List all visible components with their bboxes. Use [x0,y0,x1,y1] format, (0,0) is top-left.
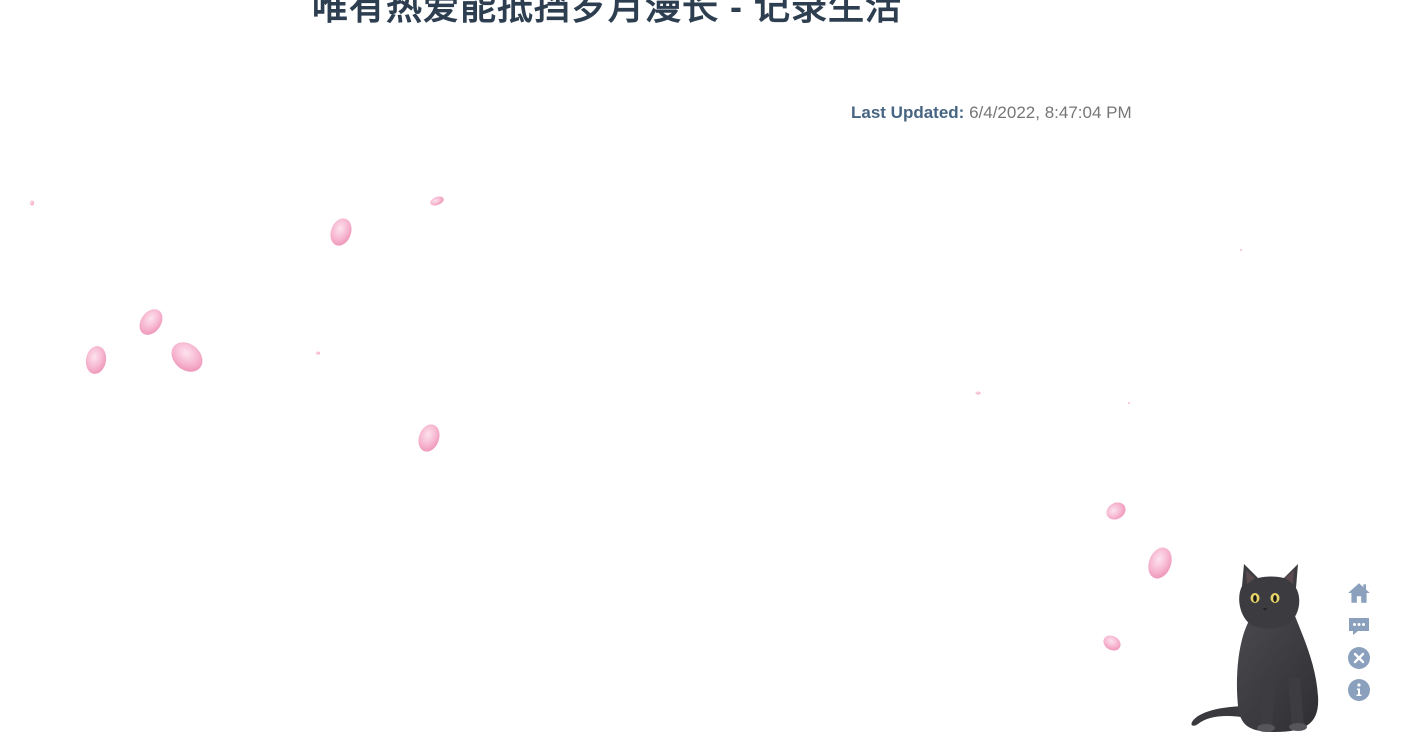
petal [975,391,981,395]
petal [418,424,440,452]
last-updated-label: Last Updated: [851,103,965,122]
petal [85,346,107,374]
petal [316,351,320,355]
chat-icon [1349,618,1369,635]
chat-button[interactable] [1344,614,1374,642]
home-button[interactable] [1344,580,1374,608]
petal [1106,502,1126,520]
close-button[interactable] [1344,646,1374,674]
live2d-cat-mascot[interactable] [1180,556,1330,736]
petal [1148,547,1172,579]
info-icon [1348,679,1370,701]
petal [139,309,163,335]
cat-paw [1289,723,1307,731]
petal [330,218,352,246]
petal [1103,635,1121,651]
cat-body [1236,616,1319,732]
close-icon [1348,647,1370,669]
last-updated-value: 6/4/2022, 8:47:04 PM [969,103,1132,122]
last-updated: Last Updated: 6/4/2022, 8:47:04 PM [851,103,1132,123]
petal [1128,402,1130,404]
petal [430,196,444,206]
page: 唯有热爱能抵挡岁月漫长 - 记录生活 Last Updated: 6/4/202… [0,0,1404,736]
petal [171,342,203,372]
petal [30,200,34,206]
petal [1240,249,1242,251]
home-icon [1348,583,1370,603]
cat-paw [1257,724,1275,732]
page-title: 唯有热爱能抵挡岁月漫长 - 记录生活 [312,0,902,27]
info-button[interactable] [1344,678,1374,706]
